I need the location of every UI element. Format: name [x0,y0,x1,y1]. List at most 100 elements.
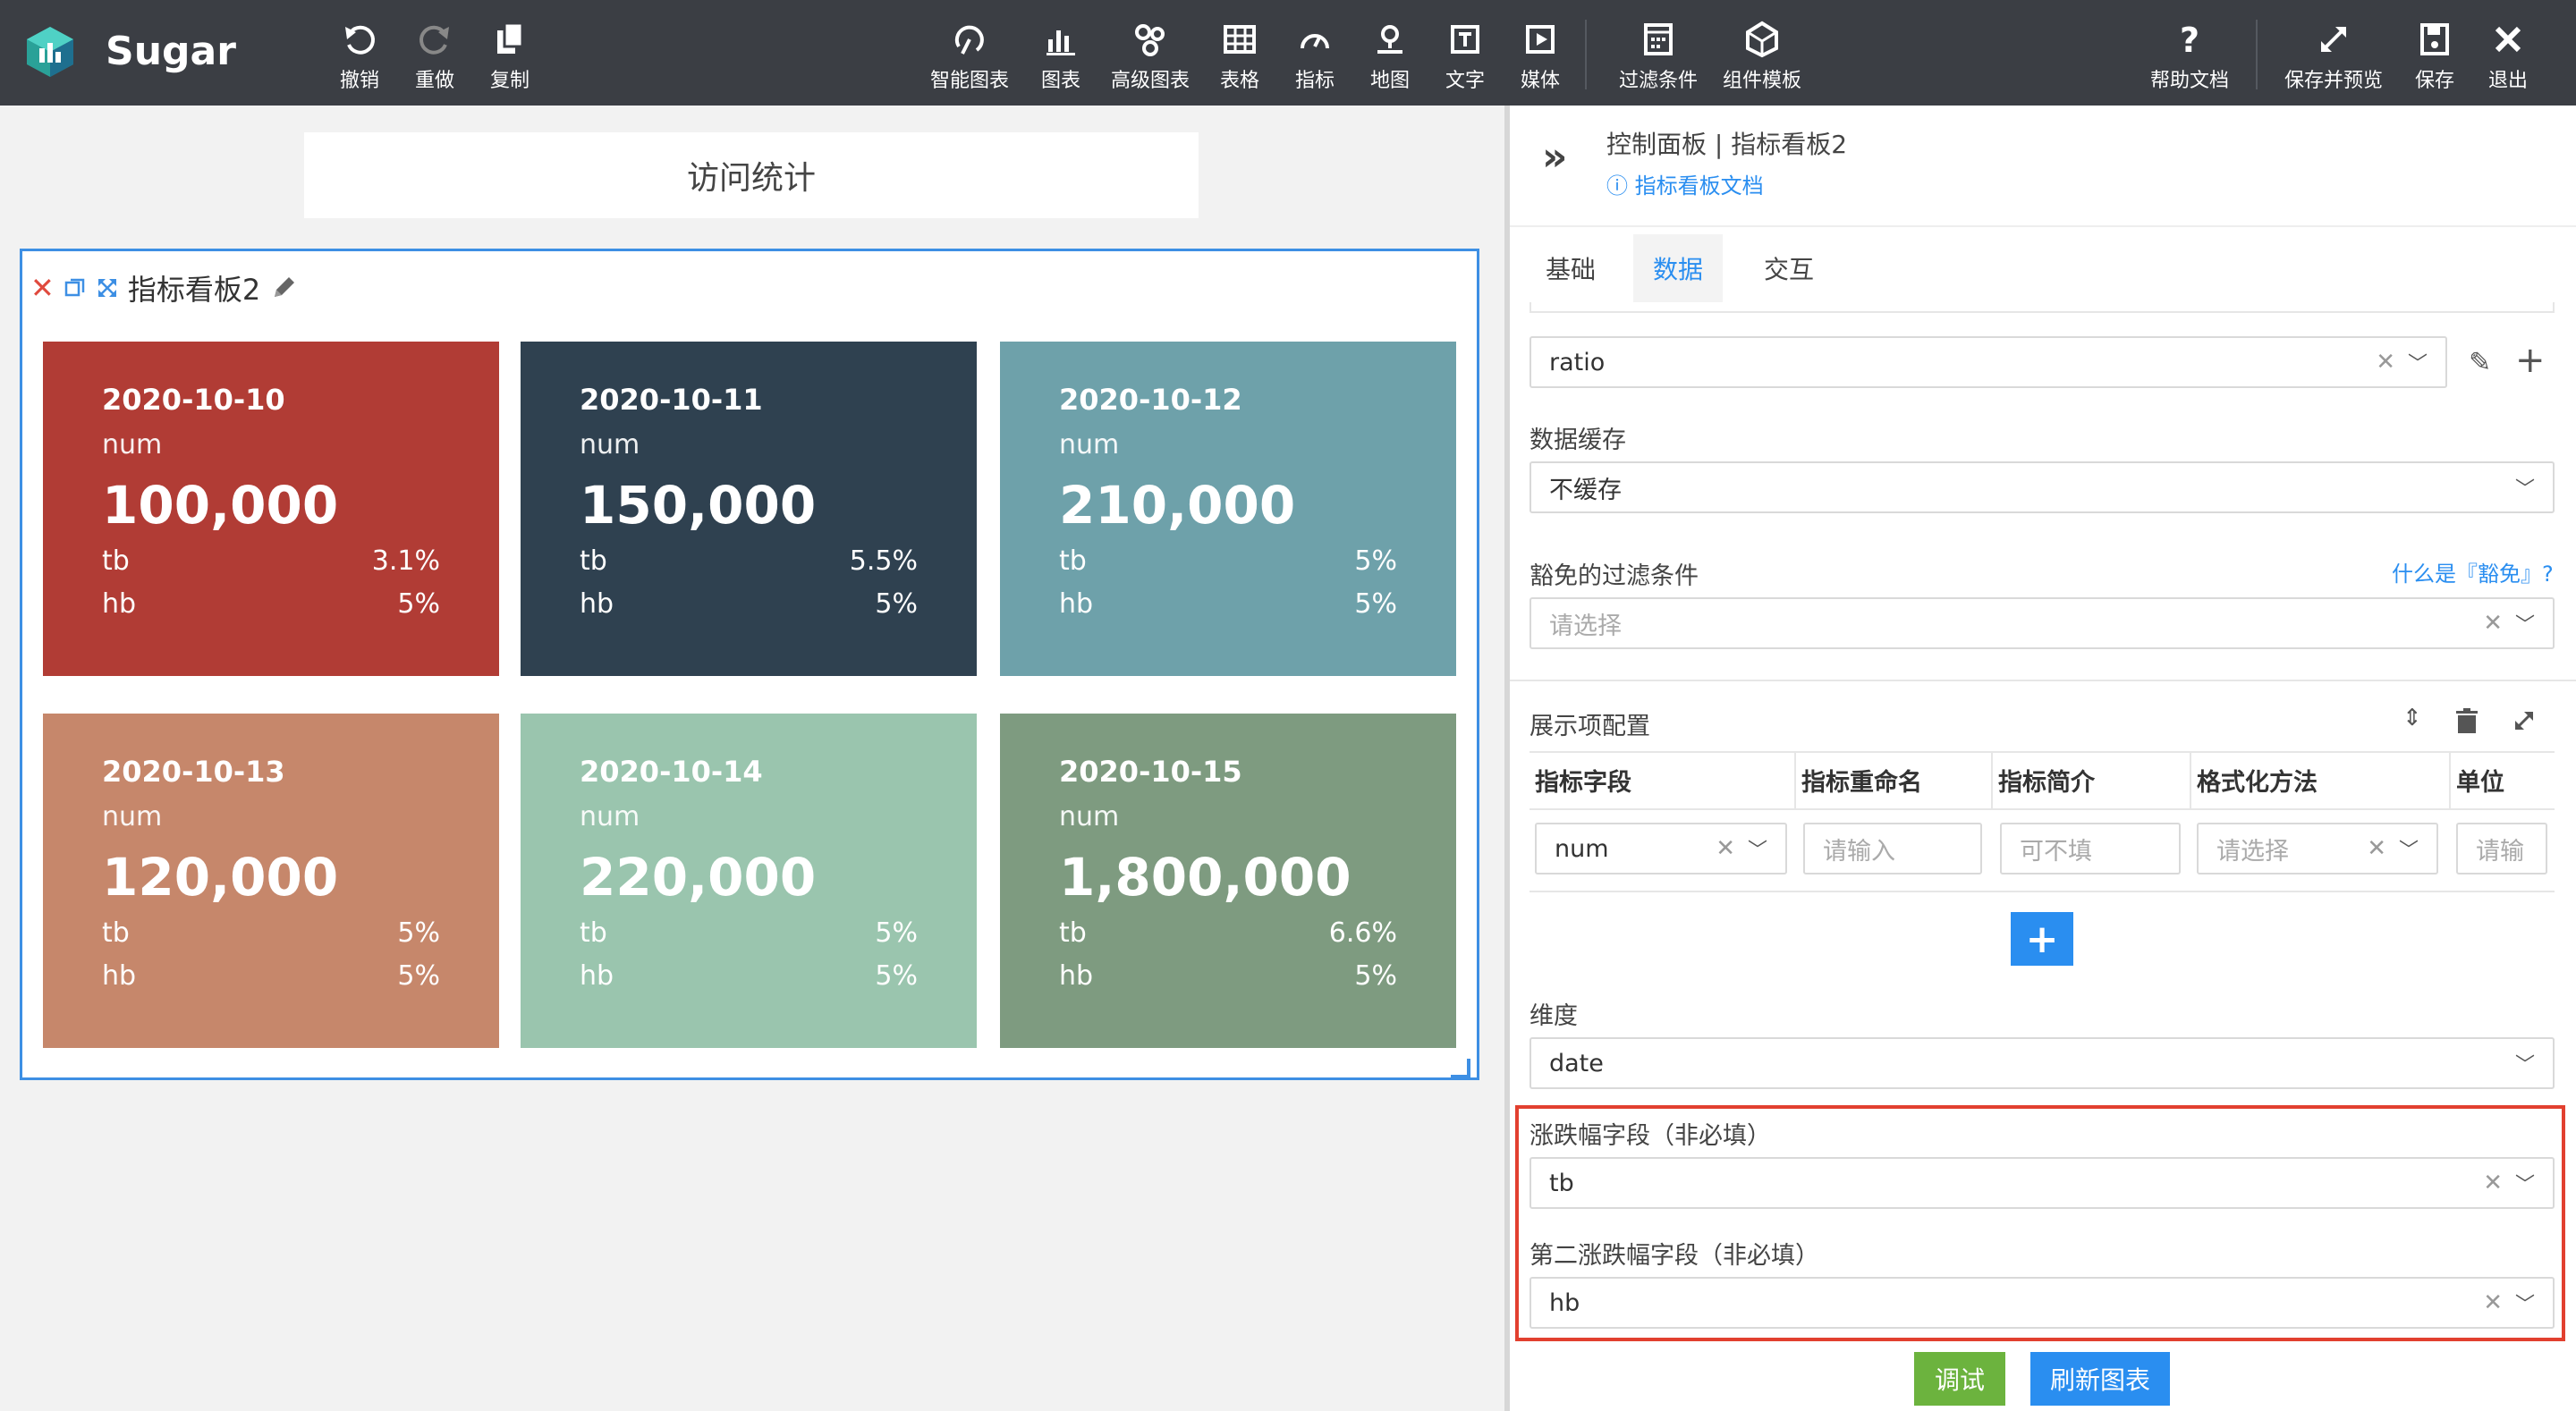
sort-icon[interactable]: ⇕ [2402,705,2422,731]
toolbar-separator [1585,20,1587,89]
doc-link[interactable]: ⓘ 指标看板文档 [1606,168,1764,199]
table-icon [1224,25,1256,54]
svg-text:?: ? [2180,21,2199,59]
exit-button[interactable]: 退出 [2483,14,2533,95]
clear-icon[interactable]: ✕ [2483,1170,2503,1196]
card-value: 100,000 [102,475,339,536]
data-source-select[interactable]: ratio ✕ ﹀ [1530,336,2447,388]
template-button[interactable]: 组件模板 [1717,14,1807,95]
table-button[interactable]: 表格 [1215,14,1265,95]
copy-button[interactable]: 复制 [485,14,535,95]
add-display-item-button[interactable]: + [2011,912,2073,966]
delete-widget-icon[interactable]: ✕ [30,271,55,305]
display-config-label: 展示项配置 [1530,713,1650,740]
card-tb-value: 3.1% [371,545,440,577]
metric-card[interactable]: 2020-10-11 num 150,000 tb 5.5% hb 5% [521,342,977,676]
advanced-chart-button[interactable]: 高级图表 [1106,14,1195,95]
card-metric-name: num [1059,801,1120,832]
card-tb-label: tb [1059,917,1087,949]
fullscreen-widget-icon[interactable] [96,276,119,300]
card-hb-value: 5% [397,960,440,992]
metric-button[interactable]: 指标 [1290,14,1340,95]
card-date: 2020-10-15 [1059,755,1242,789]
smart-chart-button[interactable]: 智能图表 [925,14,1014,95]
card-tb-label: tb [580,545,607,577]
card-date: 2020-10-14 [580,755,763,789]
divider [1530,808,2555,810]
smart-chart-icon [954,25,984,55]
card-tb-value: 5% [1354,545,1397,577]
text-button[interactable]: 文字 [1440,14,1490,95]
map-pin-icon [1377,25,1402,54]
metric-card[interactable]: 2020-10-15 num 1,800,000 tb 6.6% hb 5% [1000,714,1456,1048]
clear-icon[interactable]: ✕ [2367,835,2386,862]
chart-button[interactable]: 图表 [1036,14,1086,95]
col-metric-intro: 指标简介 [1993,751,2191,808]
collapse-panel-icon[interactable]: » [1542,134,1567,180]
add-source-icon[interactable]: + [2515,340,2546,381]
edit-pencil-icon[interactable] [269,274,298,302]
chevron-down-icon: ﹀ [2514,614,2535,637]
col-unit: 单位 [2456,768,2504,797]
media-icon [1526,25,1555,54]
trash-icon[interactable] [2454,708,2479,735]
divider [1510,225,2576,227]
save-preview-button[interactable]: 保存并预览 [2275,14,2392,95]
save-button[interactable]: 保存 [2410,14,2460,95]
card-metric-name: num [102,429,163,460]
filter-button[interactable]: 过滤条件 [1614,14,1703,95]
metric-card[interactable]: 2020-10-12 num 210,000 tb 5% hb 5% [1000,342,1456,676]
card-date: 2020-10-10 [102,383,285,417]
edit-source-icon[interactable]: ✎ [2469,347,2491,378]
map-button[interactable]: 地图 [1365,14,1415,95]
debug-button[interactable]: 调试 [1914,1352,2005,1406]
filter-icon [1644,23,1673,55]
metric-card[interactable]: 2020-10-13 num 120,000 tb 5% hb 5% [43,714,499,1048]
divider [1530,891,2555,892]
exempt-help-link[interactable]: 什么是『豁免』? [2392,556,2554,587]
cache-select[interactable]: 不缓存 ﹀ [1530,461,2555,513]
card-hb-value: 5% [1354,588,1397,620]
change-field-select[interactable]: tb ✕ ﹀ [1530,1157,2555,1209]
chevron-down-icon: ﹀ [2514,1174,2535,1196]
media-button[interactable]: 媒体 [1515,14,1565,95]
undo-button[interactable]: 撤销 [335,14,385,95]
panel-title: 控制面板 | 指标看板2 [1606,130,1848,159]
refresh-chart-button[interactable]: 刷新图表 [2030,1352,2170,1406]
gauge-icon [1301,34,1329,49]
dashboard-title[interactable]: 访问统计 [304,132,1199,218]
second-change-field-select[interactable]: hb ✕ ﹀ [1530,1277,2555,1329]
help-button[interactable]: ? 帮助文档 [2145,14,2234,95]
card-date: 2020-10-13 [102,755,285,789]
duplicate-widget-icon[interactable] [64,276,87,300]
dimension-select[interactable]: date ﹀ [1530,1037,2555,1089]
card-hb-value: 5% [875,588,918,620]
format-method-select[interactable]: 请选择 ✕ ﹀ [2197,823,2438,874]
undo-icon [345,25,375,55]
metric-card[interactable]: 2020-10-14 num 220,000 tb 5% hb 5% [521,714,977,1048]
clear-icon[interactable]: ✕ [2483,1289,2503,1316]
tab-basic[interactable]: 基础 [1528,234,1614,302]
metric-intro-input[interactable]: 可不填 [2000,823,2181,874]
redo-button[interactable]: 重做 [410,14,460,95]
chevron-down-icon: ﹀ [2398,840,2419,862]
tab-interaction[interactable]: 交互 [1744,234,1834,302]
card-tb-label: tb [580,917,607,949]
unit-input[interactable]: 请输 [2456,823,2547,874]
expand-icon[interactable] [2512,708,2537,733]
card-metric-name: num [580,429,640,460]
clear-icon[interactable]: ✕ [2483,610,2503,637]
scroll-edge [1530,302,2555,313]
exempt-filter-select[interactable]: 请选择 ✕ ﹀ [1530,597,2555,649]
metric-rename-input[interactable]: 请输入 [1803,823,1982,874]
copy-icon [497,21,524,54]
col-metric-rename: 指标重命名 [1796,751,1993,808]
tab-data[interactable]: 数据 [1633,234,1723,302]
dimension-label: 维度 [1530,1002,1578,1030]
resize-handle[interactable] [1451,1059,1470,1078]
metric-field-select[interactable]: num ✕ ﹀ [1535,823,1787,874]
metric-card[interactable]: 2020-10-10 num 100,000 tb 3.1% hb 5% [43,342,499,676]
card-hb-label: hb [580,588,614,620]
clear-icon[interactable]: ✕ [2376,349,2395,376]
clear-icon[interactable]: ✕ [1716,835,1735,862]
